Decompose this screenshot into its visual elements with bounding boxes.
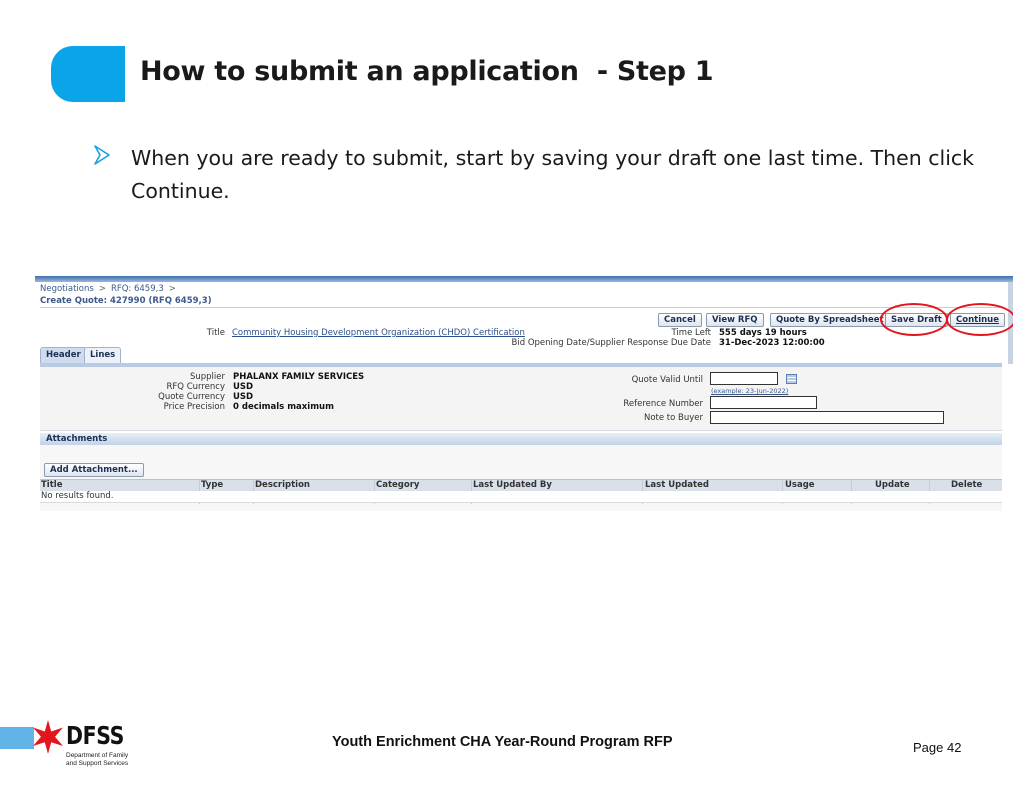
supplier-label: Supplier: [189, 372, 225, 382]
price-precision-value: 0 decimals maximum: [233, 402, 334, 412]
calendar-icon[interactable]: [786, 374, 797, 384]
rfq-currency-label: RFQ Currency: [166, 382, 225, 392]
attachments-table-header: Title Type Description Category Last Upd…: [40, 479, 1002, 504]
save-draft-highlight-ring: [880, 303, 948, 336]
oracle-quote-screenshot: Negotiations > RFQ: 6459,3 > Create Quote: …: [35, 276, 1013, 514]
breadcrumb: Negotiations > RFQ: 6459,3 >: [40, 284, 176, 294]
page-heading: Create Quote: 427990 (RFQ 6459,3): [40, 296, 212, 306]
time-left-label: Time Left: [671, 328, 712, 338]
reference-number-input[interactable]: [710, 396, 817, 409]
due-date-label: Bid Opening Date/Supplier Response Due D…: [511, 338, 711, 348]
bullet-text: When you are ready to submit, start by s…: [131, 146, 975, 203]
logo-stripe: [0, 727, 34, 749]
tab-header[interactable]: Header: [40, 347, 87, 363]
note-to-buyer-label: Note to Buyer: [643, 413, 703, 423]
quote-by-spreadsheet-button[interactable]: Quote By Spreadsheet: [770, 313, 890, 327]
quote-valid-until-input[interactable]: [710, 372, 778, 385]
title-label: Title: [206, 328, 225, 338]
no-results-text: No results found.: [41, 491, 114, 501]
col-delete: Delete: [951, 480, 983, 490]
bullet-arrow-icon: [94, 145, 110, 165]
col-title[interactable]: Title: [41, 480, 62, 491]
quote-valid-until-label: Quote Valid Until: [631, 375, 703, 385]
cancel-button[interactable]: Cancel: [658, 313, 702, 327]
col-type[interactable]: Type: [201, 480, 223, 491]
chicago-star-icon: [33, 720, 63, 754]
breadcrumb-negotiations[interactable]: Negotiations: [40, 284, 94, 294]
view-rfq-button[interactable]: View RFQ: [706, 313, 764, 327]
attachments-section-header: Attachments: [40, 433, 1002, 445]
time-left-value: 555 days 19 hours: [719, 328, 807, 338]
col-update: Update: [875, 480, 910, 490]
heading-divider: [40, 307, 1000, 308]
tab-lines[interactable]: Lines: [84, 347, 122, 363]
title-link[interactable]: Community Housing Development Organizati…: [232, 328, 525, 338]
col-category[interactable]: Category: [376, 480, 419, 491]
col-last-updated-by[interactable]: Last Updated By: [473, 480, 552, 491]
date-format-hint: (example: 23-Jun-2022): [711, 387, 789, 395]
continue-highlight-ring: [946, 303, 1013, 336]
add-attachment-button[interactable]: Add Attachment...: [44, 463, 144, 477]
page-number: Page 42: [913, 740, 962, 755]
supplier-value: PHALANX FAMILY SERVICES: [233, 372, 365, 382]
col-usage[interactable]: Usage: [785, 480, 815, 491]
attachments-empty-row: No results found.: [40, 491, 1002, 503]
price-precision-label: Price Precision: [163, 402, 225, 412]
col-last-updated[interactable]: Last Updated: [645, 480, 709, 491]
due-date-value: 31-Dec-2023 12:00:00: [719, 338, 825, 348]
slide-title: How to submit an application - Step 1: [140, 56, 714, 87]
dfss-logo-text: DFSS: [66, 721, 124, 750]
rfq-currency-value: USD: [233, 382, 254, 392]
col-description[interactable]: Description: [255, 480, 310, 491]
reference-number-label: Reference Number: [623, 399, 703, 409]
quote-currency-label: Quote Currency: [158, 392, 225, 402]
footer-title: Youth Enrichment CHA Year-Round Program …: [332, 734, 673, 750]
note-to-buyer-input[interactable]: [710, 411, 944, 424]
quote-currency-value: USD: [233, 392, 254, 402]
breadcrumb-rfq[interactable]: RFQ: 6459,3: [111, 284, 164, 294]
dfss-logo-subtitle: Department of Family and Support Service…: [66, 752, 129, 767]
screenshot-top-bar: [35, 276, 1013, 282]
